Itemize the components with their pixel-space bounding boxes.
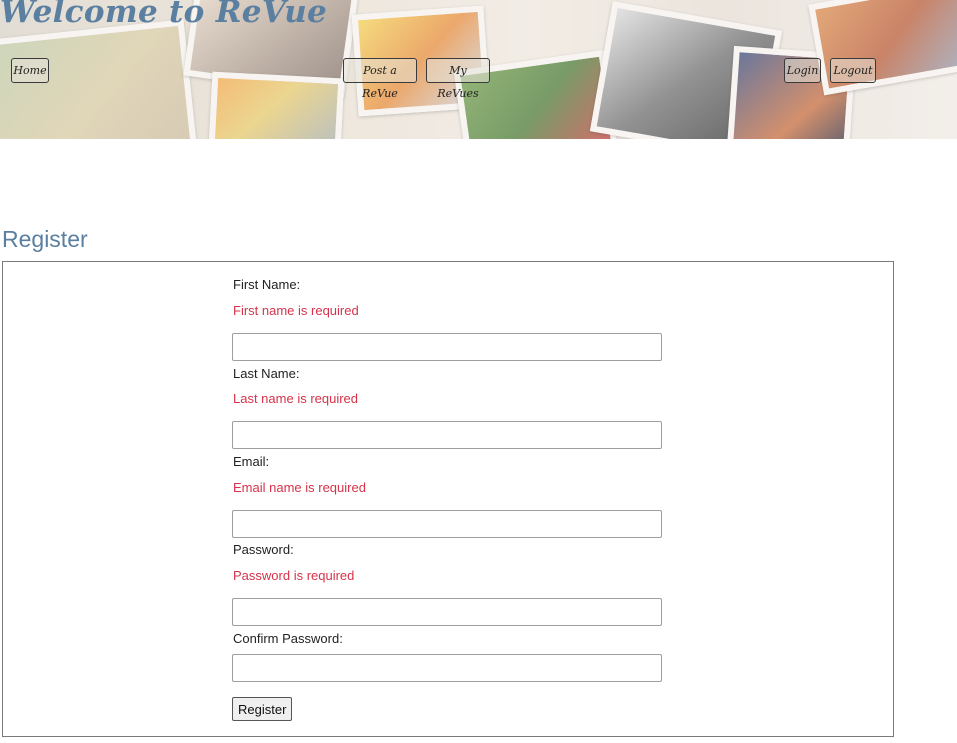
first-name-label: First Name: — [233, 277, 301, 292]
first-name-input[interactable] — [232, 333, 662, 361]
header-banner: Welcome to ReVue Home Post a ReVue My Re… — [0, 0, 957, 139]
last-name-label: Last Name: — [233, 366, 300, 381]
confirm-password-label: Confirm Password: — [233, 631, 343, 646]
site-title: Welcome to ReVue — [0, 0, 328, 30]
nav-home-button[interactable]: Home — [11, 58, 49, 83]
email-label: Email: — [233, 454, 270, 469]
first-name-error: First name is required — [233, 303, 359, 318]
register-form: First Name: First name is required Last … — [2, 261, 894, 737]
last-name-error: Last name is required — [233, 391, 359, 406]
password-label: Password: — [233, 542, 294, 557]
nav-post-revue-button[interactable]: Post a ReVue — [343, 58, 417, 100]
page-title: Register — [2, 226, 88, 252]
last-name-input[interactable] — [232, 421, 662, 449]
password-input[interactable] — [232, 598, 662, 626]
confirm-password-input[interactable] — [232, 654, 662, 682]
register-button[interactable]: Register — [232, 697, 293, 721]
email-error: Email name is required — [233, 480, 366, 495]
nav-login-button[interactable]: Login — [784, 58, 821, 83]
password-error: Password is required — [233, 568, 355, 583]
email-input[interactable] — [232, 510, 662, 538]
nav-my-revues-button[interactable]: My ReVues — [426, 58, 490, 100]
nav-logout-button[interactable]: Logout — [830, 58, 876, 83]
